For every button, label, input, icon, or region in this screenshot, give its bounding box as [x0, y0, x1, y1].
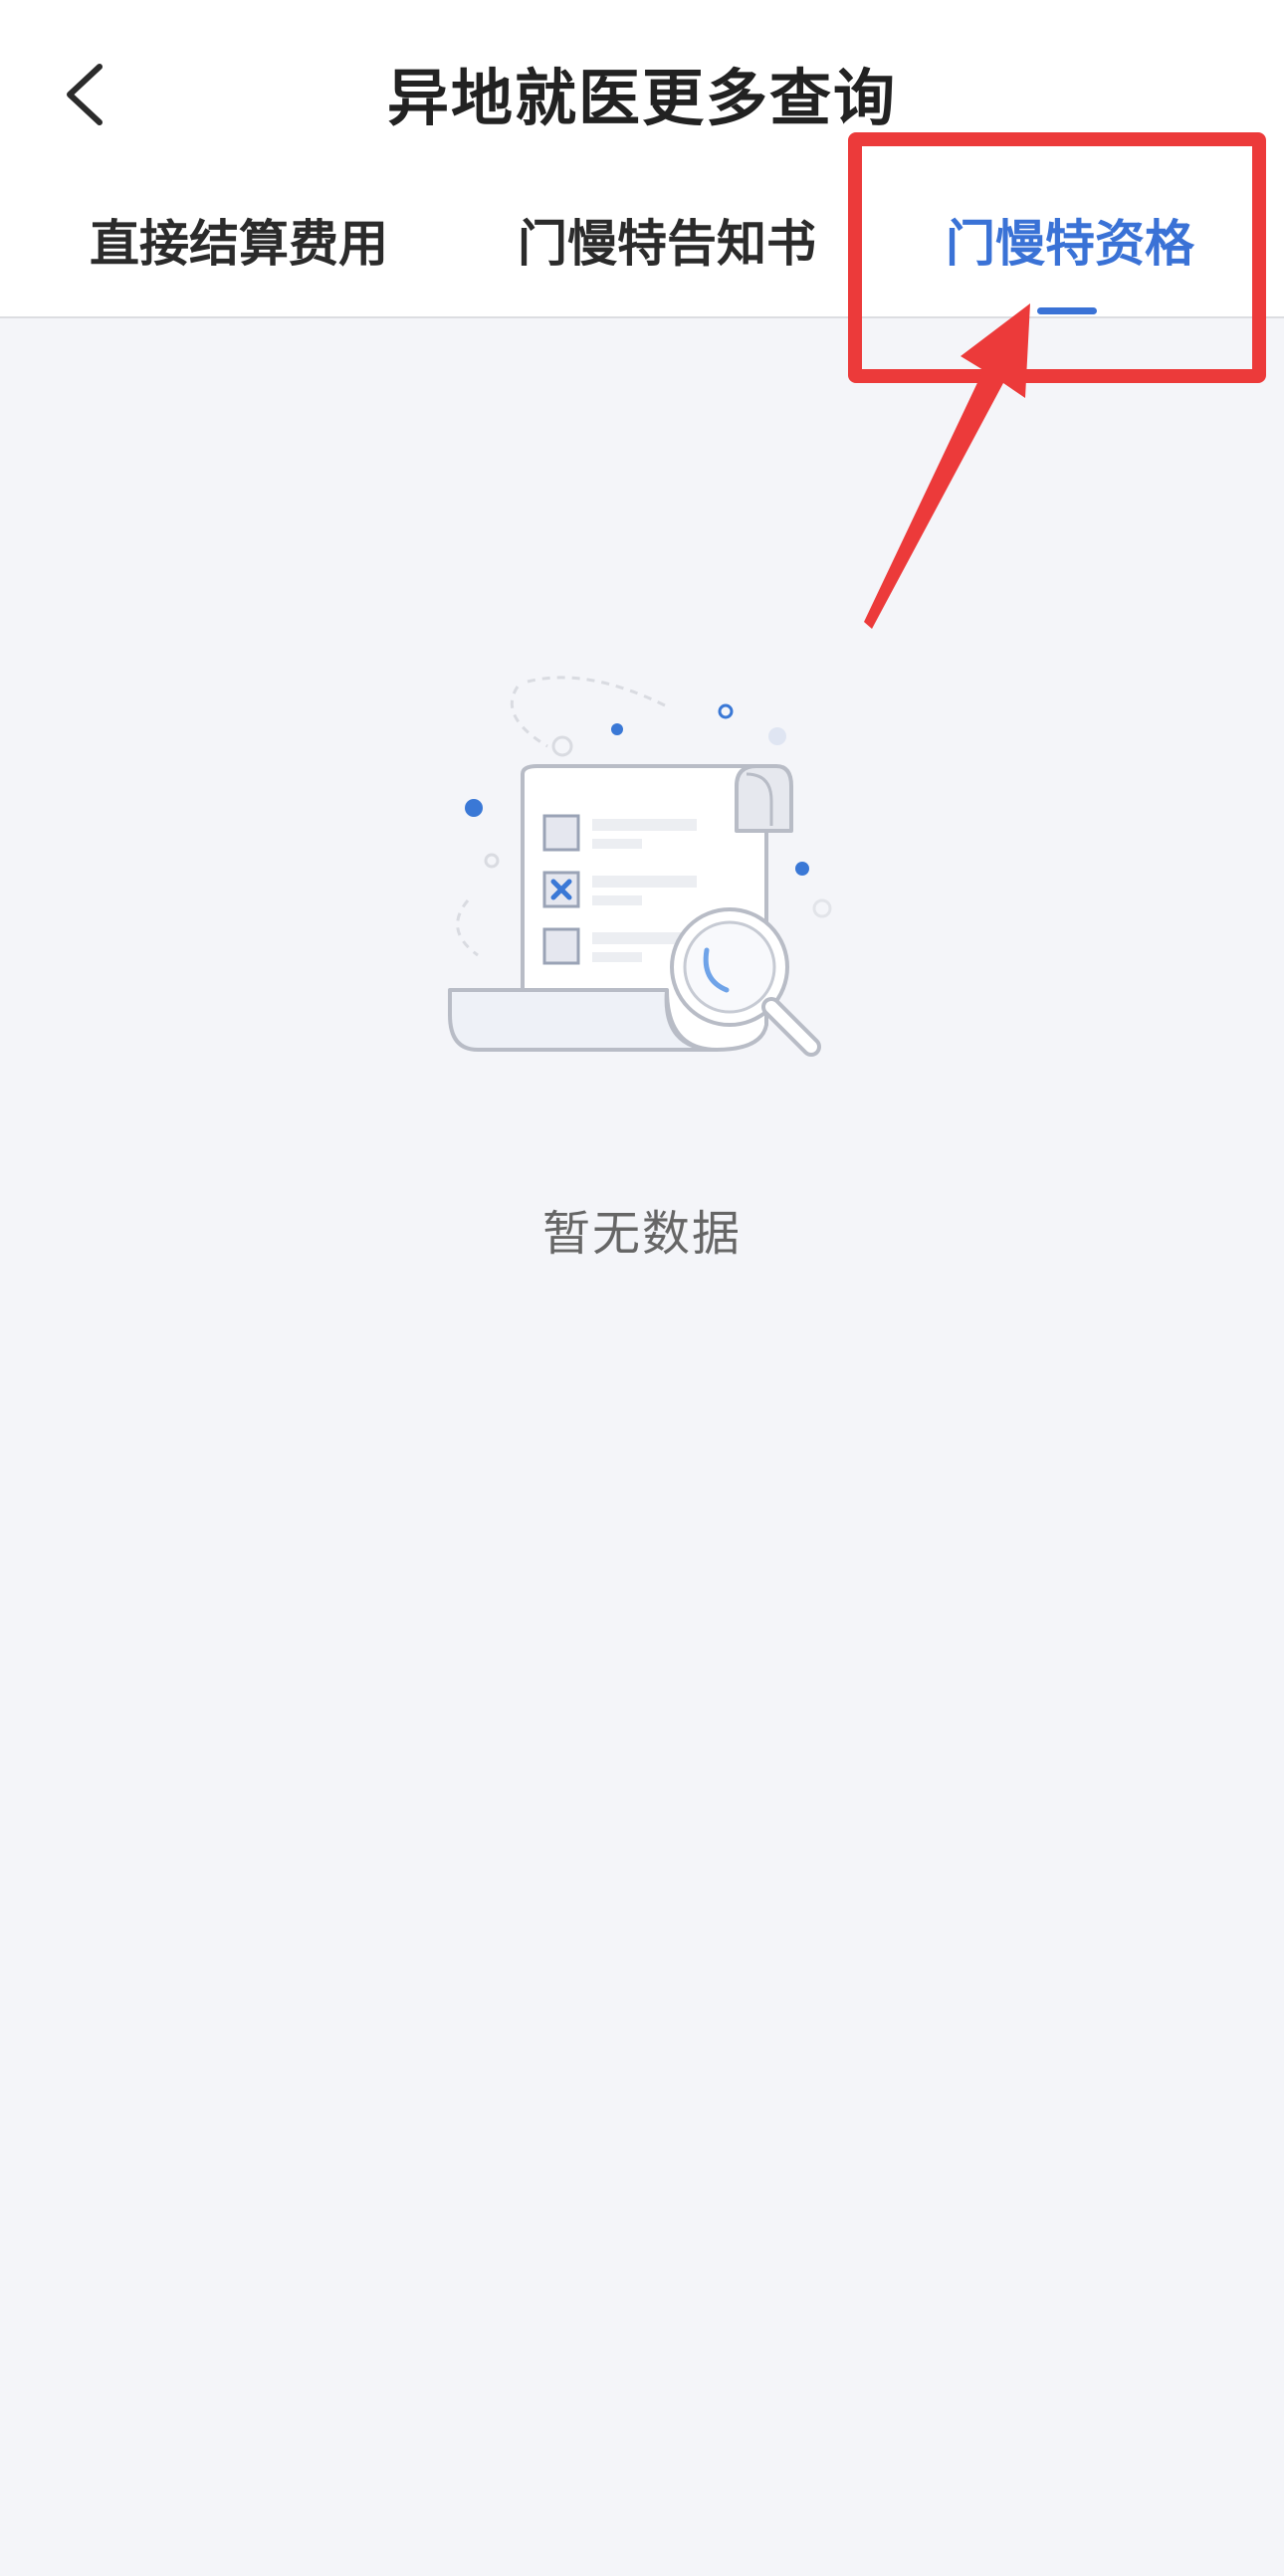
empty-state-text: 暂无数据 — [541, 1206, 742, 1262]
arrow-icon — [864, 303, 1030, 629]
document-search-illustration — [448, 676, 832, 1057]
page-title: 异地就医更多查询 — [386, 62, 897, 134]
tab-notification[interactable]: 门慢特告知书 — [488, 204, 846, 274]
tab-direct-settlement[interactable]: 直接结算费用 — [60, 204, 418, 274]
